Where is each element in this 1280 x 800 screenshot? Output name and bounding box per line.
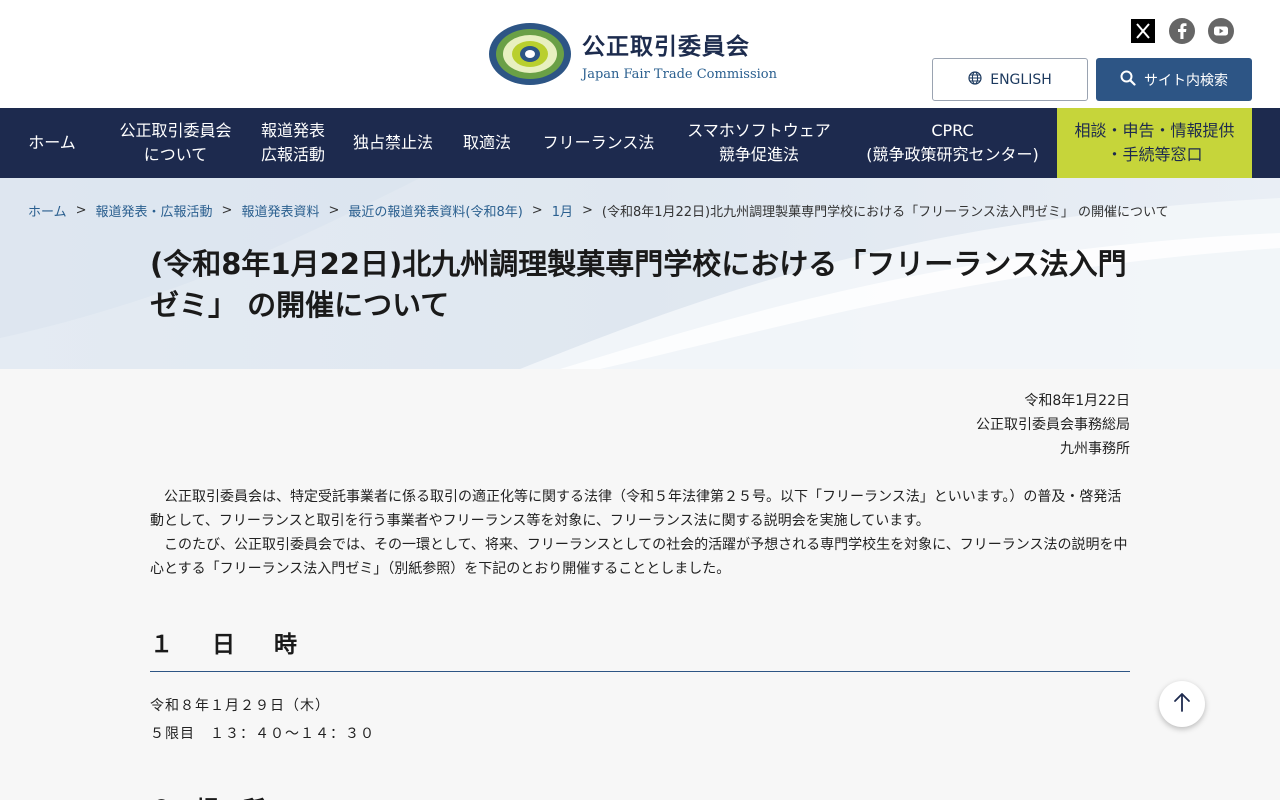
english-button[interactable]: ENGLISH [932, 58, 1088, 101]
site-search-button[interactable]: サイト内検索 [1096, 58, 1252, 101]
jftc-emblem-icon [488, 22, 572, 86]
issuer: 公正取引委員会事務総局 [976, 417, 1130, 433]
breadcrumb-link-recent-press[interactable]: 最近の報道発表資料(令和8年) [348, 201, 522, 220]
main-content: 令和8年1月22日 公正取引委員会事務総局 九州事務所 公正取引委員会は、特定受… [150, 369, 1130, 748]
page-title: (令和8年1月22日)北九州調理製菓専門学校における「フリーランス法入門ゼミ」 … [150, 247, 1127, 322]
global-nav: ホーム 公正取引委員会 について 報道発表 広報活動 独占禁止法 取適法 フリー… [0, 108, 1280, 178]
document-meta: 令和8年1月22日 公正取引委員会事務総局 九州事務所 [150, 389, 1130, 461]
paragraph: 公正取引委員会は、特定受託事業者に係る取引の適正化等に関する法律（令和５年法律第… [150, 489, 1122, 529]
nav-item-smartphone[interactable]: スマホソフトウェア 競争促進法 [670, 108, 848, 178]
nav-item-toriteki[interactable]: 取適法 [447, 108, 527, 178]
back-to-top-button[interactable] [1159, 681, 1205, 727]
nav-item-cprc[interactable]: CPRC (競争政策研究センター) [848, 108, 1057, 178]
breadcrumb-separator: > [221, 203, 233, 218]
page-hero: ホーム > 報道発表・広報活動 > 報道発表資料 > 最近の報道発表資料(令和8… [0, 178, 1280, 369]
datetime-detail: 令和８年１月２９日（木） ５限目 １３：４０～１４：３０ [150, 692, 1130, 748]
office: 九州事務所 [1060, 441, 1130, 457]
breadcrumb-separator: > [328, 203, 340, 218]
english-label: ENGLISH [990, 71, 1052, 88]
breadcrumb-link-press-materials[interactable]: 報道発表資料 [241, 201, 319, 220]
section-heading-place: ２ 場 所 [150, 790, 265, 800]
publish-date: 令和8年1月22日 [1024, 393, 1130, 409]
nav-item-antimonopoly[interactable]: 独占禁止法 [339, 108, 447, 178]
breadcrumb-current: (令和8年1月22日)北九州調理製菓専門学校における「フリーランス法入門ゼミ」 … [601, 205, 1169, 220]
breadcrumb-link-press[interactable]: 報道発表・広報活動 [96, 201, 213, 220]
search-label: サイト内検索 [1144, 72, 1228, 89]
nav-item-home[interactable]: ホーム [0, 108, 104, 178]
event-time: ５限目 １３：４０～１４：３０ [150, 726, 375, 742]
breadcrumb-link-home[interactable]: ホーム [28, 201, 67, 220]
section-heading-datetime: １ 日 時 [150, 625, 1130, 672]
search-icon [1120, 70, 1136, 90]
nav-item-press[interactable]: 報道発表 広報活動 [247, 108, 339, 178]
nav-item-about[interactable]: 公正取引委員会 について [104, 108, 247, 178]
breadcrumb-separator: > [75, 203, 87, 218]
globe-icon [968, 70, 982, 89]
event-date: 令和８年１月２９日（木） [150, 698, 330, 714]
nav-item-consultation[interactable]: 相談・申告・情報提供 ・手続等窓口 [1057, 108, 1252, 178]
youtube-icon[interactable] [1208, 18, 1234, 44]
arrow-up-icon [1173, 692, 1191, 716]
x-icon[interactable] [1130, 18, 1156, 44]
breadcrumb-separator: > [531, 203, 543, 218]
breadcrumb-separator: > [581, 203, 593, 218]
nav-item-freelance[interactable]: フリーランス法 [527, 108, 670, 178]
site-header: 公正取引委員会 Japan Fair Trade Commission ENGL… [0, 0, 1280, 108]
org-name-en: Japan Fair Trade Commission [582, 66, 777, 82]
social-links [1130, 18, 1234, 44]
body-text: 公正取引委員会は、特定受託事業者に係る取引の適正化等に関する法律（令和５年法律第… [150, 485, 1130, 581]
site-logo[interactable]: 公正取引委員会 Japan Fair Trade Commission [488, 22, 777, 86]
breadcrumb-link-january[interactable]: 1月 [552, 201, 573, 220]
org-name-jp: 公正取引委員会 [582, 33, 750, 60]
breadcrumb: ホーム > 報道発表・広報活動 > 報道発表資料 > 最近の報道発表資料(令和8… [28, 201, 1169, 220]
paragraph: このたび、公正取引委員会では、その一環として、将来、フリーランスとしての社会的活… [150, 537, 1128, 577]
facebook-icon[interactable] [1169, 18, 1195, 44]
